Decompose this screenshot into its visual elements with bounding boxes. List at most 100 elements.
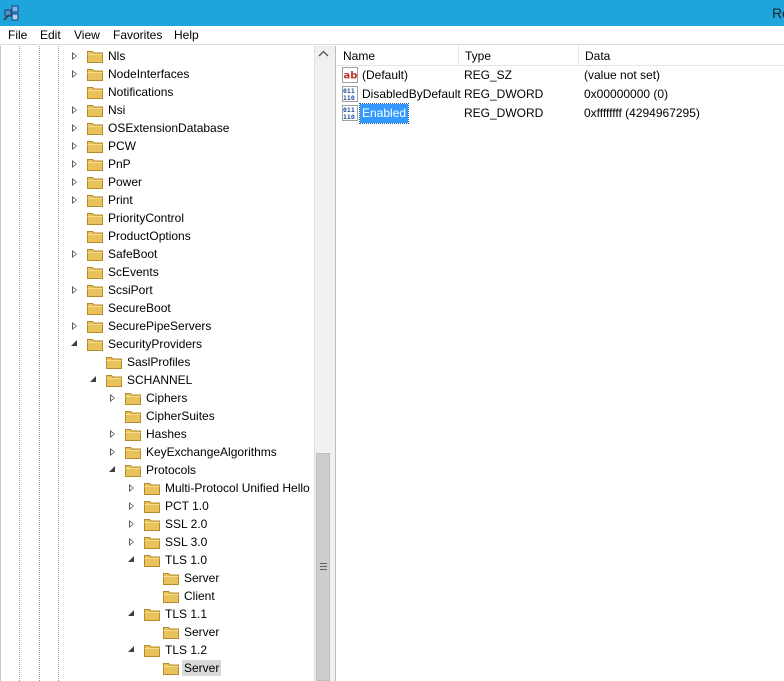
tree-node[interactable]: Server	[148, 569, 314, 587]
tree-node[interactable]: SSL 2.0	[129, 515, 314, 533]
tree-node[interactable]: TLS 1.1	[128, 605, 314, 623]
tree-node-label[interactable]: Power	[106, 174, 144, 190]
tree-node-label[interactable]: Protocols	[144, 462, 198, 478]
tree-node-label[interactable]: SSL 2.0	[163, 516, 209, 532]
tree-node-label[interactable]: SafeBoot	[106, 246, 159, 262]
tree-node-label[interactable]: SecureBoot	[106, 300, 173, 316]
menu-view[interactable]: View	[74, 28, 100, 42]
tree-node-label[interactable]: Multi-Protocol Unified Hello	[163, 480, 312, 496]
tree-node[interactable]: SecureBoot	[72, 299, 314, 317]
expand-arrow-icon[interactable]	[129, 520, 134, 528]
list-item[interactable]: ab (Default) REG_SZ (value not set)	[337, 66, 784, 85]
tree-node-label[interactable]: TLS 1.0	[163, 552, 209, 568]
expand-arrow-icon[interactable]	[72, 142, 77, 150]
tree-node-label[interactable]: Nls	[106, 48, 127, 64]
expand-arrow-icon[interactable]	[110, 448, 115, 456]
tree-node-label[interactable]: Ciphers	[144, 390, 189, 406]
expand-arrow-icon[interactable]	[72, 322, 77, 330]
expand-arrow-icon[interactable]	[72, 106, 77, 114]
list-item[interactable]: 011 110 DisabledByDefault REG_DWORD 0x00…	[337, 85, 784, 104]
pane-splitter[interactable]	[331, 46, 336, 681]
tree-node[interactable]: TLS 1.0	[128, 551, 314, 569]
expand-arrow-icon[interactable]	[72, 124, 77, 132]
tree-node-label[interactable]: NodeInterfaces	[106, 66, 191, 82]
expand-arrow-icon[interactable]	[129, 484, 134, 492]
tree-node[interactable]: Nls	[72, 47, 314, 65]
tree-node-label[interactable]: Server	[182, 570, 221, 586]
tree-node-label[interactable]: TLS 1.2	[163, 642, 209, 658]
menu-favorites[interactable]: Favorites	[113, 28, 162, 42]
tree-node[interactable]: KeyExchangeAlgorithms	[110, 443, 314, 461]
tree-node[interactable]: Server	[148, 623, 314, 641]
expand-arrow-icon[interactable]	[72, 52, 77, 60]
tree-node[interactable]: NodeInterfaces	[72, 65, 314, 83]
tree-node[interactable]: SSL 3.0	[129, 533, 314, 551]
scroll-up-arrow-icon[interactable]	[315, 46, 332, 63]
tree-node[interactable]: TLS 1.2	[128, 641, 314, 659]
tree-node[interactable]: Print	[72, 191, 314, 209]
registry-key-tree[interactable]: Nls NodeInterfaces Notifications Nsi OSExten…	[0, 46, 314, 681]
title-bar[interactable]: Re	[0, 0, 784, 26]
tree-node[interactable]: Multi-Protocol Unified Hello	[129, 479, 314, 497]
expand-arrow-icon[interactable]	[72, 250, 77, 258]
tree-node-label[interactable]: Hashes	[144, 426, 189, 442]
tree-node-label[interactable]: OSExtensionDatabase	[106, 120, 231, 136]
expand-arrow-icon[interactable]	[72, 178, 77, 186]
menu-file[interactable]: File	[8, 28, 27, 42]
column-header-type[interactable]: Type	[459, 46, 579, 66]
tree-node-label[interactable]: KeyExchangeAlgorithms	[144, 444, 279, 460]
tree-node[interactable]: Client	[148, 587, 314, 605]
tree-node-label[interactable]: CipherSuites	[144, 408, 217, 424]
tree-node-label[interactable]: ProductOptions	[106, 228, 193, 244]
tree-node[interactable]: SCHANNEL	[90, 371, 314, 389]
tree-node[interactable]: Ciphers	[110, 389, 314, 407]
tree-node[interactable]: PriorityControl	[72, 209, 314, 227]
tree-node[interactable]: Server	[148, 659, 314, 677]
tree-node[interactable]: CipherSuites	[110, 407, 314, 425]
tree-node-label[interactable]: SecurePipeServers	[106, 318, 213, 334]
tree-node[interactable]: Power	[72, 173, 314, 191]
collapse-arrow-icon[interactable]	[71, 340, 77, 346]
expand-arrow-icon[interactable]	[110, 394, 115, 402]
tree-node-label[interactable]: Notifications	[106, 84, 175, 100]
column-header-name[interactable]: Name	[337, 46, 459, 66]
tree-node[interactable]: SafeBoot	[72, 245, 314, 263]
tree-node-label[interactable]: PnP	[106, 156, 133, 172]
collapse-arrow-icon[interactable]	[128, 556, 134, 562]
tree-node[interactable]: ScsiPort	[72, 281, 314, 299]
expand-arrow-icon[interactable]	[129, 538, 134, 546]
tree-node[interactable]: ScEvents	[72, 263, 314, 281]
tree-node-label[interactable]: SSL 3.0	[163, 534, 209, 550]
expand-arrow-icon[interactable]	[72, 160, 77, 168]
collapse-arrow-icon[interactable]	[128, 646, 134, 652]
tree-node-label[interactable]: Server	[182, 624, 221, 640]
tree-node-label[interactable]: PCT 1.0	[163, 498, 211, 514]
scroll-thumb[interactable]	[316, 453, 330, 681]
tree-node-label[interactable]: Print	[106, 192, 135, 208]
tree-scrollbar[interactable]	[314, 46, 331, 681]
list-item[interactable]: 011 110 Enabled REG_DWORD 0xffffffff (42…	[337, 103, 784, 124]
tree-node[interactable]: PCW	[72, 137, 314, 155]
tree-node[interactable]: ProductOptions	[72, 227, 314, 245]
expand-arrow-icon[interactable]	[110, 430, 115, 438]
collapse-arrow-icon[interactable]	[109, 466, 115, 472]
tree-node-label[interactable]: ScEvents	[106, 264, 161, 280]
collapse-arrow-icon[interactable]	[128, 610, 134, 616]
tree-node-label[interactable]: PCW	[106, 138, 138, 154]
tree-node-label[interactable]: SCHANNEL	[125, 372, 194, 388]
tree-node-label[interactable]: ScsiPort	[106, 282, 155, 298]
tree-node-label[interactable]: TLS 1.1	[163, 606, 209, 622]
column-header-data[interactable]: Data	[579, 46, 784, 66]
menu-edit[interactable]: Edit	[40, 28, 61, 42]
tree-node[interactable]: Notifications	[72, 83, 314, 101]
expand-arrow-icon[interactable]	[129, 502, 134, 510]
registry-values-list[interactable]: Name Type Data ab (Default) REG_SZ (valu…	[337, 46, 784, 681]
collapse-arrow-icon[interactable]	[90, 376, 96, 382]
tree-node-label[interactable]: Client	[182, 588, 217, 604]
tree-node[interactable]: Nsi	[72, 101, 314, 119]
expand-arrow-icon[interactable]	[72, 70, 77, 78]
expand-arrow-icon[interactable]	[72, 196, 77, 204]
tree-node[interactable]: SecurityProviders	[71, 335, 314, 353]
tree-node-label[interactable]: PriorityControl	[106, 210, 186, 226]
tree-node[interactable]: Protocols	[109, 461, 314, 479]
